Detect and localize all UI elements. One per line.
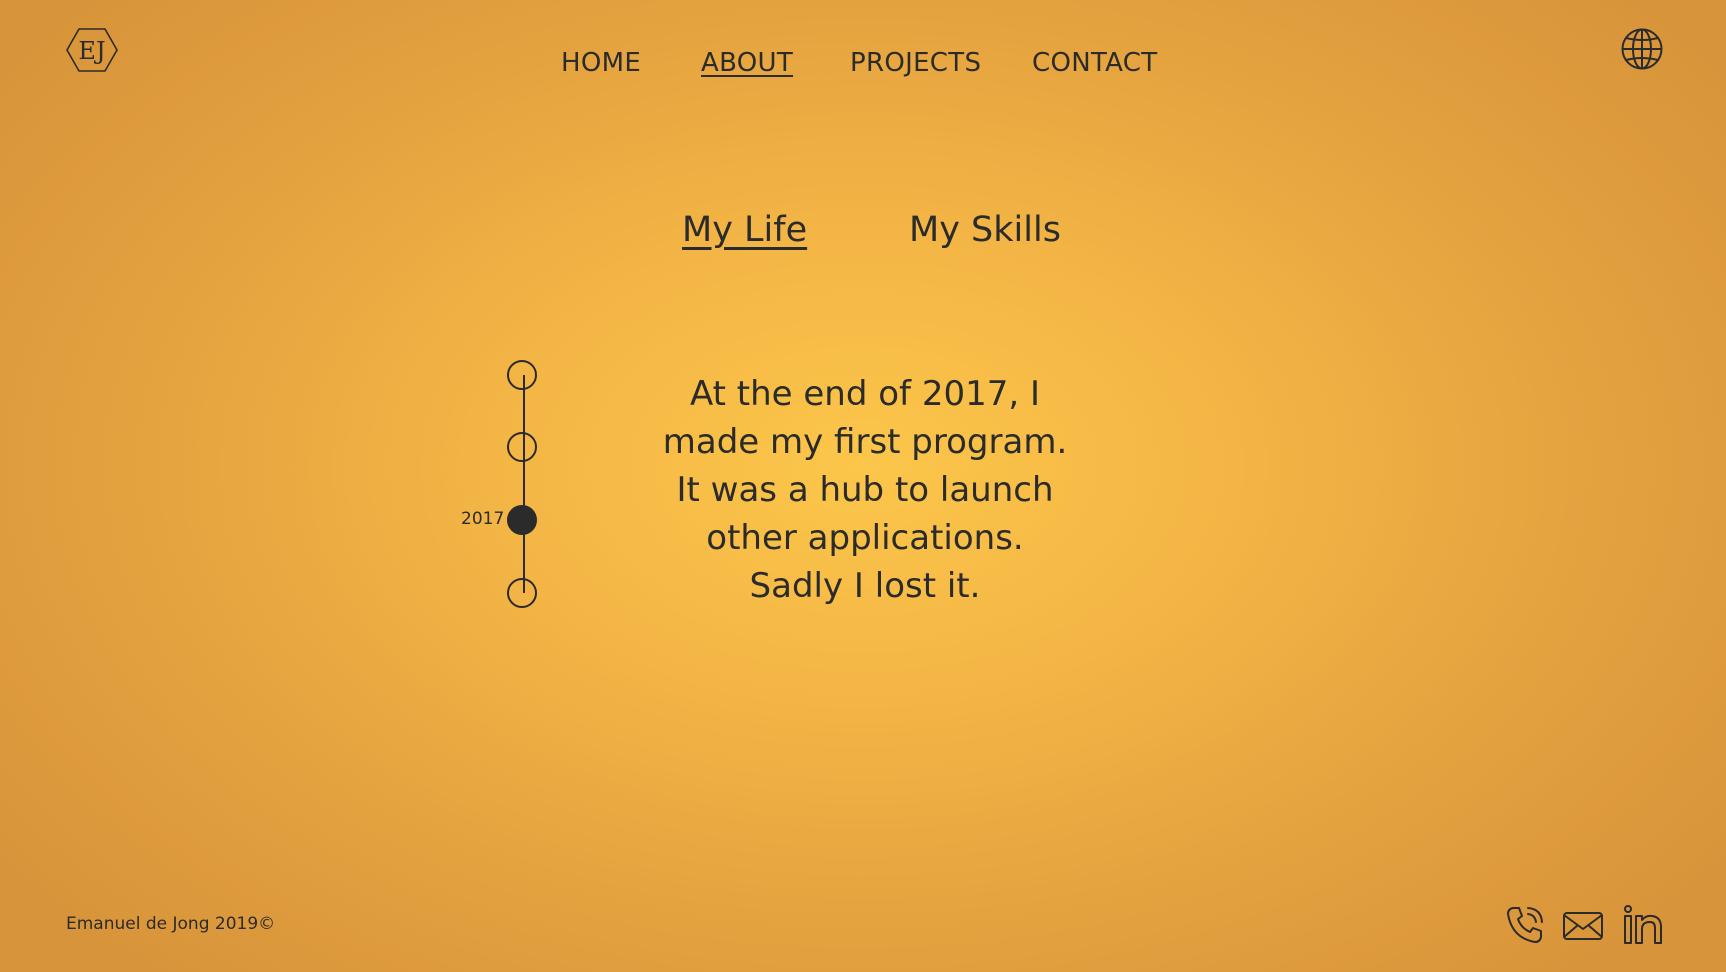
story-line: Sadly I lost it. [749, 566, 981, 606]
timeline-line [523, 375, 525, 593]
main-nav: HOME ABOUT PROJECTS CONTACT [0, 48, 1726, 88]
timeline-node[interactable] [507, 360, 537, 390]
linkedin-icon[interactable] [1622, 904, 1664, 946]
nav-about[interactable]: ABOUT [701, 48, 793, 78]
life-story-text: At the end of 2017, I made my first prog… [640, 370, 1090, 610]
nav-contact[interactable]: CONTACT [1032, 48, 1157, 78]
story-line: other applications. [706, 518, 1024, 558]
mail-icon[interactable] [1562, 904, 1604, 946]
life-timeline: 2017 [455, 355, 555, 615]
timeline-node[interactable] [507, 578, 537, 608]
story-line: It was a hub to launch [676, 470, 1054, 510]
copyright-text: Emanuel de Jong 2019© [66, 914, 276, 934]
nav-home[interactable]: HOME [561, 48, 641, 78]
phone-icon[interactable] [1504, 904, 1546, 946]
nav-projects[interactable]: PROJECTS [850, 48, 981, 78]
timeline-node[interactable] [507, 432, 537, 462]
timeline-node-selected[interactable] [507, 505, 537, 535]
story-line: made my first program. [662, 422, 1068, 462]
tab-my-life[interactable]: My Life [682, 210, 807, 250]
tab-my-skills[interactable]: My Skills [909, 210, 1061, 250]
globe-icon[interactable] [1620, 27, 1664, 71]
timeline-year-label: 2017 [461, 509, 505, 529]
story-line: At the end of 2017, I [689, 374, 1040, 414]
